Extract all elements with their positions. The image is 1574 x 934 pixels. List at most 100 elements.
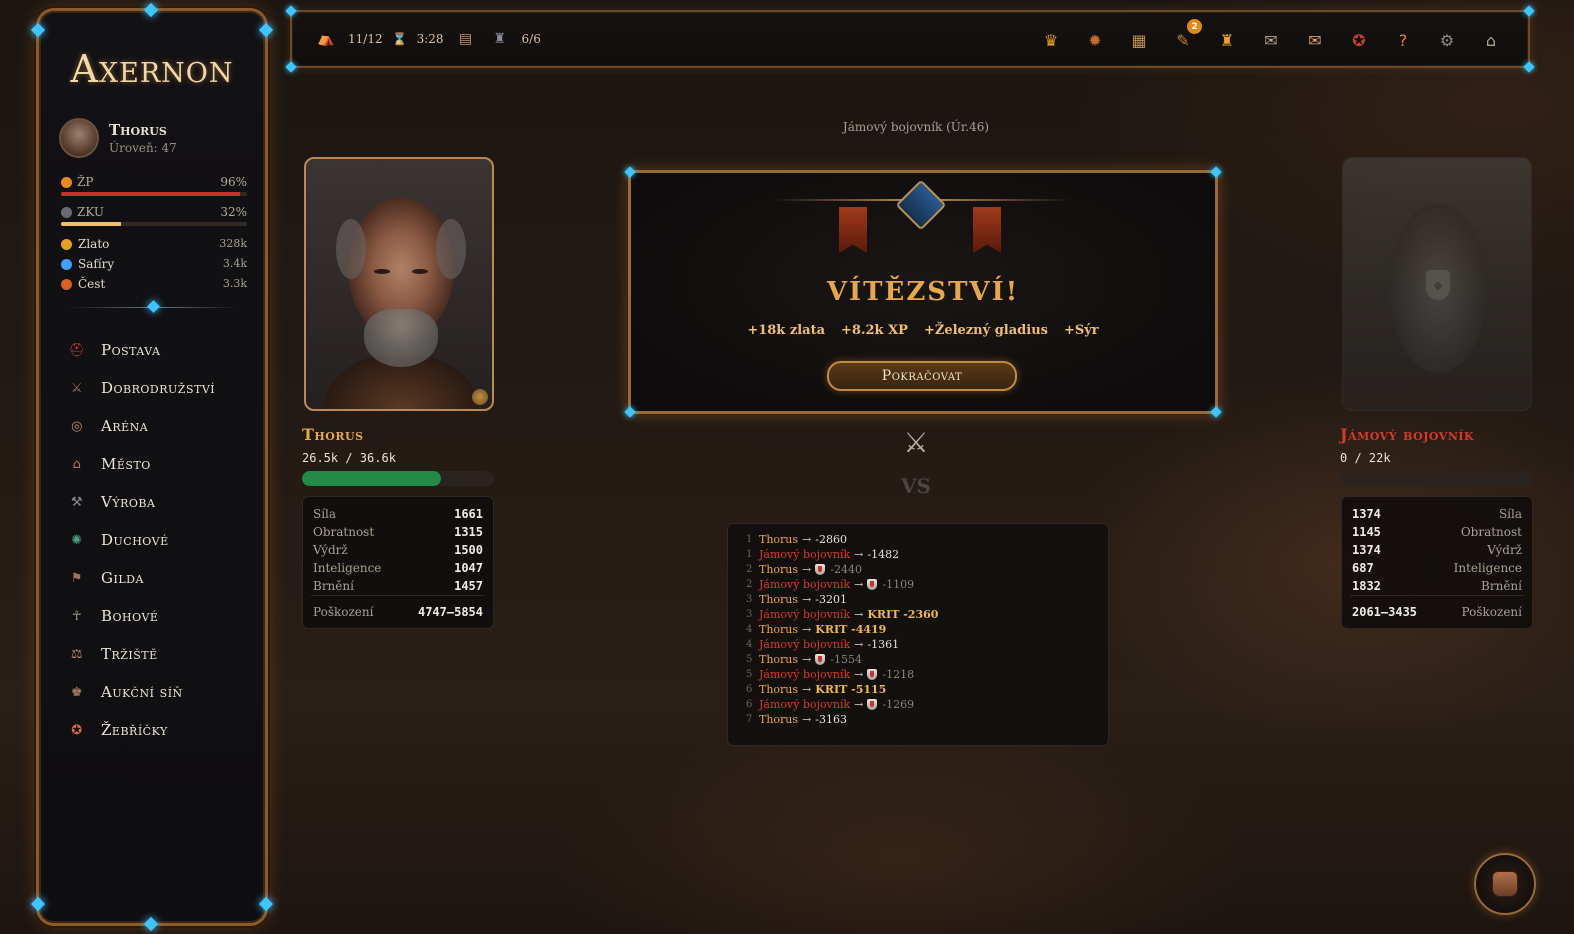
arrow-icon: → <box>802 623 812 636</box>
honor-icon <box>61 278 72 290</box>
mail-button[interactable]: ✉ <box>1300 25 1330 55</box>
settings-icon: ⚙ <box>1439 30 1455 50</box>
sidebar-item-god[interactable]: ☥ Bohové <box>53 597 253 635</box>
letters-icon: ✉ <box>1264 30 1278 50</box>
guild-icon: ⚑ <box>70 570 84 586</box>
hammer-icon: ⚒ <box>70 494 84 510</box>
gem-ornament <box>143 2 159 18</box>
top-actions: ♛ ✹ ▦ ✎ 2 ♜ ✉ ✉ ✪? ⚙ ⌂ <box>1036 19 1506 55</box>
hp-bar-fill <box>61 192 240 196</box>
scroll-icon: ✎ <box>1176 30 1190 50</box>
avatar[interactable] <box>59 118 99 158</box>
stat-row: Výdrž 1500 <box>313 541 483 559</box>
help-button[interactable]: ? <box>1388 25 1418 55</box>
sidebar-item-market[interactable]: ⚖ Tržiště <box>53 635 253 673</box>
block-shield-icon <box>815 654 826 665</box>
top-bar: ⛺ 11/12 ⌛ 3:28 ▤ ♜ 6/6 ♛ ✹ ▦ ✎ 2 ♜ ✉ ✉ ✪? ⚙ ⌂ <box>285 5 1535 73</box>
stat-value: 1047 <box>454 561 483 575</box>
timer: 3:28 <box>416 32 444 46</box>
log-result: KRIT -2360 <box>867 608 939 621</box>
sidebar-item-adventurer[interactable]: ⚔ Dobrodružství <box>53 369 253 407</box>
stat-name: Brnění <box>1481 579 1522 593</box>
sidebar: Axernon Thorus Úroveň: 47 ŽP 96% ZKU 32%… <box>30 2 274 932</box>
combat-log[interactable]: 1 Thorus → -2860 1 Jámový bojovník → -1482 2 Thor… <box>727 523 1109 746</box>
block-shield-icon <box>867 579 878 590</box>
sidebar-item-arena[interactable]: ◎ Aréna <box>53 407 253 445</box>
log-round: 1 <box>746 534 753 545</box>
xp-bar-row: ZKU 32% <box>61 205 247 226</box>
temple-button[interactable]: ⌂ <box>1476 25 1506 55</box>
auction-icon: ♚ <box>70 684 84 700</box>
gem-ornament <box>30 22 46 38</box>
fight-title: Jámový bojovník (Úr.46) <box>842 120 990 134</box>
log-round: 2 <box>746 579 753 590</box>
resource-honor: Čest 3.3k <box>61 277 247 291</box>
mail-icon: ✉ <box>1308 30 1322 50</box>
notification-badge: 2 <box>1187 19 1202 34</box>
gem-ornament <box>1523 61 1535 73</box>
inventory-button[interactable] <box>1474 853 1536 915</box>
resource-name: Zlato <box>78 237 110 251</box>
sidebar-item-spirit[interactable]: ✺ Duchové <box>53 521 253 559</box>
log-entry: 3 Thorus → -3201 <box>728 592 1108 607</box>
gem-ornament <box>1210 406 1222 418</box>
resource-name: Safíry <box>78 257 115 271</box>
block-shield-icon <box>815 564 826 575</box>
coin-icon <box>61 238 72 250</box>
log-attacker: Jámový bojovník <box>759 698 851 711</box>
log-result: KRIT -4419 <box>815 623 887 636</box>
sidebar-item-label: Výroba <box>101 493 156 511</box>
adventure-energy-icon[interactable]: ⛺ <box>314 26 338 52</box>
crown-button[interactable]: ♛ <box>1036 25 1066 55</box>
log-attacker: Jámový bojovník <box>759 638 851 651</box>
log-round: 5 <box>746 669 753 680</box>
arrow-icon: → <box>854 698 864 711</box>
map-icon: ▦ <box>1131 30 1147 50</box>
trophy-icon: ♜ <box>1219 30 1235 50</box>
log-result: -2440 <box>830 563 862 576</box>
damage-value: 2061–3435 <box>1352 605 1418 619</box>
hourglass-icon: ⌛ <box>392 32 408 46</box>
scroll-button[interactable]: ✎ 2 <box>1168 19 1202 55</box>
arrow-icon: → <box>802 593 812 606</box>
gem-ornament <box>258 22 274 38</box>
enemy-hp-text: 0 / 22k <box>1340 451 1391 465</box>
stat-row: 1145 Obratnost <box>1352 523 1522 541</box>
log-round: 5 <box>746 654 753 665</box>
god-icon: ☥ <box>71 608 83 624</box>
portrait-hair <box>336 219 366 279</box>
wheel-button[interactable]: ✹ <box>1080 25 1110 55</box>
arrow-icon: → <box>802 713 812 726</box>
continue-button[interactable]: Pokračovat <box>827 361 1017 391</box>
xp-icon <box>61 206 72 218</box>
sidebar-item-hammer[interactable]: ⚒ Výroba <box>53 483 253 521</box>
sidebar-item-rankings[interactable]: ✪ Žebříčky <box>53 711 253 749</box>
log-round: 7 <box>746 714 753 725</box>
dungeon-tower-icon[interactable]: ♜ <box>488 26 512 52</box>
medal-button[interactable]: ✪ <box>1344 25 1374 55</box>
victory-title: VÍTĚZSTVÍ! <box>826 277 1020 307</box>
arena-icon[interactable]: ▤ <box>454 26 478 52</box>
reward-item: +18k zlata <box>747 323 826 338</box>
player-profile[interactable]: Thorus Úroveň: 47 <box>59 118 177 158</box>
rewards-list: +18k zlata +8.2k XP +Železný gladius +Sýr <box>631 323 1215 338</box>
gem-ornament <box>147 300 160 313</box>
sidebar-item-label: Město <box>101 455 151 473</box>
sidebar-item-town[interactable]: ⌂ Město <box>53 445 253 483</box>
banner-icon <box>973 207 1001 253</box>
player-stats: Síla 1661 Obratnost 1315 Výdrž 1500 Inteligenc… <box>302 496 494 629</box>
letters-button[interactable]: ✉ <box>1256 25 1286 55</box>
trophy-button[interactable]: ♜ <box>1212 25 1242 55</box>
sidebar-item-auction[interactable]: ♚ Aukční síň <box>53 673 253 711</box>
arena-icon: ◎ <box>71 418 83 434</box>
sidebar-item-helmet[interactable]: ⛑ Postava <box>53 331 253 369</box>
sidebar-item-guild[interactable]: ⚑ Gilda <box>53 559 253 597</box>
log-attacker: Jámový bojovník <box>759 548 851 561</box>
gem-ornament <box>30 896 46 912</box>
log-result: -2860 <box>815 533 847 546</box>
app-logo[interactable]: Axernon <box>39 47 265 91</box>
log-round: 3 <box>746 609 753 620</box>
map-button[interactable]: ▦ <box>1124 25 1154 55</box>
gem-ornament <box>258 896 274 912</box>
settings-button[interactable]: ⚙ <box>1432 25 1462 55</box>
